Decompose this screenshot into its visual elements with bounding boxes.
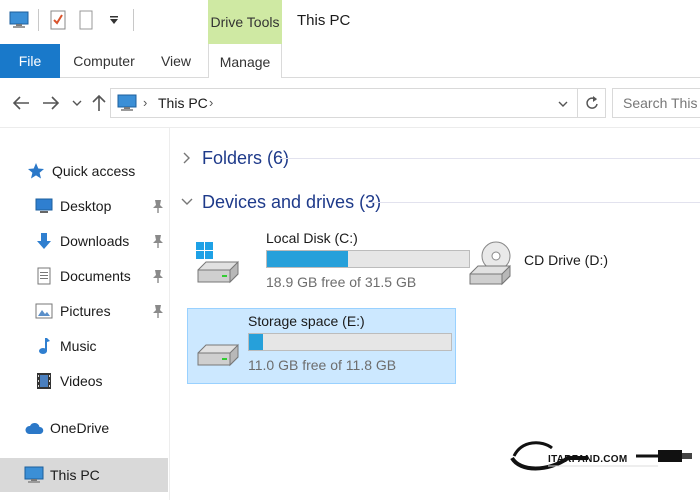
tab-file[interactable]: File bbox=[0, 44, 60, 78]
sidebar-item-music[interactable]: Music bbox=[0, 331, 168, 361]
recent-locations-chevron-icon[interactable] bbox=[66, 92, 88, 114]
watermark-text: ITARFAND.COM bbox=[548, 454, 628, 465]
search-placeholder: Search This PC bbox=[623, 95, 700, 111]
download-icon bbox=[34, 231, 54, 251]
breadcrumb-this-pc[interactable]: This PC bbox=[158, 95, 208, 111]
star-icon bbox=[26, 161, 46, 181]
cable-logo-icon bbox=[510, 441, 692, 471]
desktop-icon bbox=[34, 196, 54, 216]
pin-icon[interactable] bbox=[152, 304, 164, 321]
drive-tile-local-disk-c[interactable]: Local Disk (C:) 18.9 GB free of 31.5 GB bbox=[188, 226, 470, 302]
chevron-down-icon[interactable] bbox=[180, 195, 194, 209]
sidebar-item-label: This PC bbox=[50, 467, 100, 483]
sidebar-item-label: Videos bbox=[60, 373, 103, 389]
tab-computer[interactable]: Computer bbox=[62, 44, 146, 78]
search-input[interactable]: Search This PC bbox=[612, 88, 700, 118]
customize-toolbar-icon[interactable] bbox=[103, 9, 125, 31]
sidebar-item-this-pc[interactable]: This PC bbox=[0, 458, 168, 492]
hard-drive-icon bbox=[194, 323, 242, 371]
computer-icon[interactable] bbox=[8, 9, 30, 31]
pin-icon[interactable] bbox=[152, 199, 164, 216]
sidebar-item-label: Downloads bbox=[60, 233, 130, 249]
group-header-devices-and-drives[interactable]: Devices and drives (3) bbox=[180, 190, 700, 214]
title-bar: Drive Tools This PC bbox=[0, 0, 700, 44]
breadcrumb-separator-icon[interactable]: › bbox=[143, 95, 147, 110]
cloud-icon bbox=[24, 418, 44, 438]
new-folder-icon[interactable] bbox=[75, 9, 97, 31]
tab-view[interactable]: View bbox=[148, 44, 204, 78]
toolbar-divider bbox=[38, 9, 39, 31]
sidebar-item-label: Desktop bbox=[60, 198, 112, 214]
drive-name: Local Disk (C:) bbox=[266, 230, 358, 246]
computer-icon bbox=[24, 465, 44, 485]
windows-drive-icon bbox=[194, 240, 242, 288]
toolbar-divider bbox=[133, 9, 134, 31]
videos-icon bbox=[34, 371, 54, 391]
sidebar-item-label: Music bbox=[60, 338, 97, 354]
sidebar-item-videos[interactable]: Videos bbox=[0, 366, 168, 396]
sidebar-item-label: Pictures bbox=[60, 303, 111, 319]
group-divider bbox=[368, 202, 700, 203]
group-header-folders[interactable]: Folders (6) bbox=[180, 146, 700, 170]
properties-icon[interactable] bbox=[47, 9, 69, 31]
navigation-bar: › This PC › Search This PC bbox=[0, 78, 700, 128]
drive-usage-bar bbox=[248, 333, 452, 351]
pictures-icon bbox=[34, 301, 54, 321]
drive-name: CD Drive (D:) bbox=[524, 252, 608, 268]
pin-icon[interactable] bbox=[152, 269, 164, 286]
back-arrow-icon[interactable] bbox=[10, 92, 32, 114]
sidebar-item-label: OneDrive bbox=[50, 420, 110, 436]
address-history-chevron-icon[interactable] bbox=[553, 94, 573, 114]
drive-free-space: 11.0 GB free of 11.8 GB bbox=[248, 357, 397, 373]
music-icon bbox=[34, 336, 54, 356]
group-label: Folders (6) bbox=[202, 147, 290, 168]
sidebar-item-quick-access[interactable]: Quick access bbox=[0, 156, 168, 186]
drive-usage-fill bbox=[249, 334, 263, 350]
quick-access-toolbar bbox=[8, 9, 136, 31]
navigation-pane: Quick access Desktop Downloads Documents bbox=[0, 128, 170, 500]
window-title: This PC bbox=[297, 12, 351, 29]
sidebar-item-onedrive[interactable]: OneDrive bbox=[0, 413, 168, 443]
forward-arrow-icon[interactable] bbox=[40, 92, 62, 114]
sidebar-item-label: Quick access bbox=[52, 163, 136, 179]
pin-icon[interactable] bbox=[152, 234, 164, 251]
sidebar-item-label: Documents bbox=[60, 268, 131, 284]
drive-usage-fill bbox=[267, 251, 348, 267]
drive-usage-bar bbox=[266, 250, 470, 268]
sidebar-item-documents[interactable]: Documents bbox=[0, 261, 168, 291]
refresh-icon[interactable] bbox=[577, 89, 605, 117]
group-label: Devices and drives (3) bbox=[202, 191, 382, 212]
address-bar[interactable]: › This PC › bbox=[110, 88, 606, 118]
tab-manage[interactable]: Manage bbox=[208, 44, 282, 79]
sidebar-item-downloads[interactable]: Downloads bbox=[0, 226, 168, 256]
drive-name: Storage space (E:) bbox=[248, 313, 365, 329]
watermark-logo: ITARFAND.COM bbox=[508, 432, 700, 500]
ribbon-tabs: File Computer View Manage bbox=[0, 44, 700, 79]
drive-tile-storage-space-e[interactable]: Storage space (E:) 11.0 GB free of 11.8 … bbox=[187, 308, 456, 384]
drive-free-space: 18.9 GB free of 31.5 GB bbox=[266, 274, 417, 290]
this-pc-icon bbox=[117, 94, 137, 117]
sidebar-item-pictures[interactable]: Pictures bbox=[0, 296, 168, 326]
cd-drive-icon bbox=[466, 240, 514, 288]
sidebar-item-desktop[interactable]: Desktop bbox=[0, 191, 168, 221]
chevron-right-icon[interactable] bbox=[180, 151, 194, 165]
drive-tools-tab-group: Drive Tools bbox=[208, 0, 282, 44]
drive-tile-cd-drive-d[interactable]: CD Drive (D:) bbox=[460, 226, 660, 302]
group-divider bbox=[280, 158, 700, 159]
documents-icon bbox=[34, 266, 54, 286]
up-arrow-icon[interactable] bbox=[88, 92, 110, 114]
breadcrumb-separator-icon[interactable]: › bbox=[209, 95, 213, 110]
